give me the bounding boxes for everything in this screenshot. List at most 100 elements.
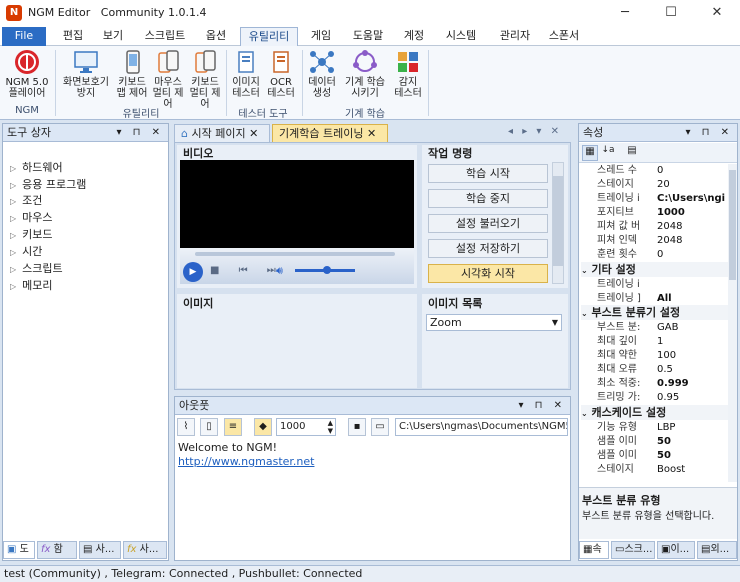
eraser-icon[interactable]: ◆: [254, 418, 272, 436]
detect-tester-button[interactable]: 감지 테스터: [390, 49, 426, 99]
menu-help[interactable]: 도움말: [344, 27, 392, 46]
menu-admin[interactable]: 관리자: [491, 27, 539, 46]
keyboard-map-button[interactable]: 키보드 맵 제어: [114, 49, 150, 99]
data-generate-button[interactable]: 데이터 생성: [304, 49, 340, 99]
toolbox-bottom-tab-1[interactable]: ▣ 도: [3, 541, 35, 559]
tab-ml-training[interactable]: 기계학습 트레이닝 ✕: [272, 124, 388, 142]
collapse-arrow-icon[interactable]: ⌄: [581, 309, 588, 318]
save-icon[interactable]: ▪: [348, 418, 366, 436]
tree-item-memory[interactable]: ▷ 메모리: [10, 278, 53, 295]
props-bottom-tab-4[interactable]: ▤외...: [697, 541, 737, 559]
prop-row[interactable]: 최소 적중: 0.999: [581, 376, 728, 391]
keyboard-multi-button[interactable]: 키보드 멀티 제어: [186, 49, 224, 110]
prop-row[interactable]: 피쳐 값 버 2048: [581, 219, 728, 234]
expand-arrow-icon[interactable]: ▷: [10, 231, 16, 240]
media-buttons-icon[interactable]: ■ ⏮ ⏭: [210, 265, 284, 276]
save-settings-button[interactable]: 설정 저장하기: [428, 239, 548, 258]
tree-item-hardware[interactable]: ▷ 하드웨어: [10, 160, 63, 177]
spin-arrows-icon[interactable]: ▲ ▼: [328, 419, 333, 435]
toolbox-bottom-tab-2[interactable]: fx 함: [37, 541, 77, 559]
menu-game[interactable]: 게임: [304, 27, 338, 46]
prop-row[interactable]: 트레이닝 i: [581, 277, 728, 292]
property-pages-icon[interactable]: ▤: [624, 145, 640, 161]
expand-arrow-icon[interactable]: ▷: [10, 265, 16, 274]
prop-row[interactable]: 스테이지 20: [581, 177, 728, 192]
expand-arrow-icon[interactable]: ▷: [10, 248, 16, 257]
toolbox-bottom-tab-4[interactable]: fx 사...: [123, 541, 167, 559]
prop-row[interactable]: 부스트 분: GAB: [581, 320, 728, 335]
expand-arrow-icon[interactable]: ▷: [10, 214, 16, 223]
categorized-icon[interactable]: ▦: [582, 145, 598, 161]
play-button[interactable]: ▶: [183, 262, 203, 282]
prop-row[interactable]: 최대 깊이 1: [581, 334, 728, 349]
menu-options[interactable]: 옵션: [198, 27, 234, 46]
start-visualize-button[interactable]: 시각화 시작: [428, 264, 548, 283]
folder-icon[interactable]: ▭: [371, 418, 389, 436]
mouse-multi-button[interactable]: 마우스 멀티 제어: [150, 49, 186, 110]
prop-row[interactable]: 훈련 횟수 0: [581, 247, 728, 262]
output-count-input[interactable]: 1000 ▲ ▼: [276, 418, 336, 436]
volume-icon[interactable]: 🔊︎: [276, 264, 283, 278]
props-bottom-tab-3[interactable]: ▣이...: [657, 541, 695, 559]
menu-system[interactable]: 시스템: [437, 27, 485, 46]
prop-row[interactable]: 샘플 이미 50: [581, 448, 728, 463]
prop-row[interactable]: 최대 오류 0.5: [581, 362, 728, 377]
menu-account[interactable]: 계정: [397, 27, 431, 46]
menu-file[interactable]: File: [2, 27, 46, 46]
image-tester-button[interactable]: 이미지 테스터: [228, 49, 264, 99]
prop-row[interactable]: 트레이닝 i C:\Users\ngi: [581, 191, 728, 206]
pane-controls-icon[interactable]: ▾ ⊓ ✕: [685, 124, 733, 141]
broom-icon[interactable]: ⌇: [177, 418, 195, 436]
screensaver-block-button[interactable]: 화면보호기 방지: [58, 49, 114, 99]
tree-item-keyboard[interactable]: ▷ 키보드: [10, 227, 53, 244]
collapse-arrow-icon[interactable]: ⌄: [581, 266, 588, 275]
pane-controls-icon[interactable]: ▾ ⊓ ✕: [518, 397, 566, 414]
prop-row[interactable]: 피쳐 인덱 2048: [581, 233, 728, 248]
pane-controls-icon[interactable]: ▾ ⊓ ✕: [116, 124, 164, 141]
tree-item-application[interactable]: ▷ 응용 프로그램: [10, 177, 86, 194]
menu-utility[interactable]: 유틸리티: [240, 27, 298, 46]
tab-start-page[interactable]: ⌂ 시작 페이지 ✕: [174, 124, 270, 142]
prop-category-etc[interactable]: ⌄ 기타 설정: [581, 262, 728, 277]
start-training-button[interactable]: 학습 시작: [428, 164, 548, 183]
tree-item-mouse[interactable]: ▷ 마우스: [10, 210, 53, 227]
tree-item-script[interactable]: ▷ 스크립트: [10, 261, 63, 278]
sort-alpha-icon[interactable]: ↓a: [600, 145, 616, 161]
stop-training-button[interactable]: 학습 중지: [428, 189, 548, 208]
ocr-tester-button[interactable]: OCR 테스터: [264, 49, 298, 99]
prop-row[interactable]: 스레드 수0: [581, 163, 728, 178]
props-bottom-tab-2[interactable]: ▭스크...: [611, 541, 655, 559]
prop-row[interactable]: 트리밍 가: 0.95: [581, 390, 728, 405]
list-icon[interactable]: ≡: [224, 418, 242, 436]
video-seek-bar[interactable]: [195, 252, 395, 256]
close-tab-icon[interactable]: ✕: [249, 127, 258, 140]
prop-row[interactable]: 트레이닝 ] All: [581, 291, 728, 306]
menu-script[interactable]: 스크립트: [137, 27, 193, 46]
output-website-link[interactable]: http://www.ngmaster.net: [178, 455, 314, 468]
tree-item-time[interactable]: ▷ 시간: [10, 244, 42, 261]
prop-row[interactable]: 스테이지 Boost: [581, 462, 728, 477]
ml-train-button[interactable]: 기계 학습 시키기: [340, 49, 390, 99]
output-path-field[interactable]: C:\Users\ngmas\Documents\NGM5\: [395, 418, 568, 436]
expand-arrow-icon[interactable]: ▷: [10, 181, 16, 190]
toolbox-bottom-tab-3[interactable]: ▤ 사...: [79, 541, 121, 559]
expand-arrow-icon[interactable]: ▷: [10, 197, 16, 206]
doc-nav-controls-icon[interactable]: ◂ ▸ ▾ ✕: [508, 126, 562, 137]
expand-arrow-icon[interactable]: ▷: [10, 282, 16, 291]
prop-row[interactable]: 최대 약한 100: [581, 348, 728, 363]
menu-sponsor[interactable]: 스폰서: [544, 27, 584, 46]
minimize-button[interactable]: ─: [602, 0, 648, 26]
zoom-select[interactable]: Zoom ▼: [426, 314, 562, 331]
tree-item-condition[interactable]: ▷ 조건: [10, 193, 42, 210]
ngm-player-button[interactable]: NGM 5.0 플레이어: [3, 49, 51, 99]
menu-edit[interactable]: 편집: [55, 27, 91, 46]
maximize-button[interactable]: ☐: [648, 0, 694, 26]
close-window-button[interactable]: ✕: [694, 0, 740, 26]
new-doc-icon[interactable]: ▯: [200, 418, 218, 436]
menu-view[interactable]: 보기: [95, 27, 131, 46]
prop-row[interactable]: 기능 유형 LBP: [581, 420, 728, 435]
prop-category-boost[interactable]: ⌄ 부스트 분류기 설정: [581, 305, 728, 320]
load-settings-button[interactable]: 설정 불러오기: [428, 214, 548, 233]
tasks-scroll-thumb[interactable]: [553, 176, 563, 266]
volume-knob[interactable]: [323, 266, 331, 274]
